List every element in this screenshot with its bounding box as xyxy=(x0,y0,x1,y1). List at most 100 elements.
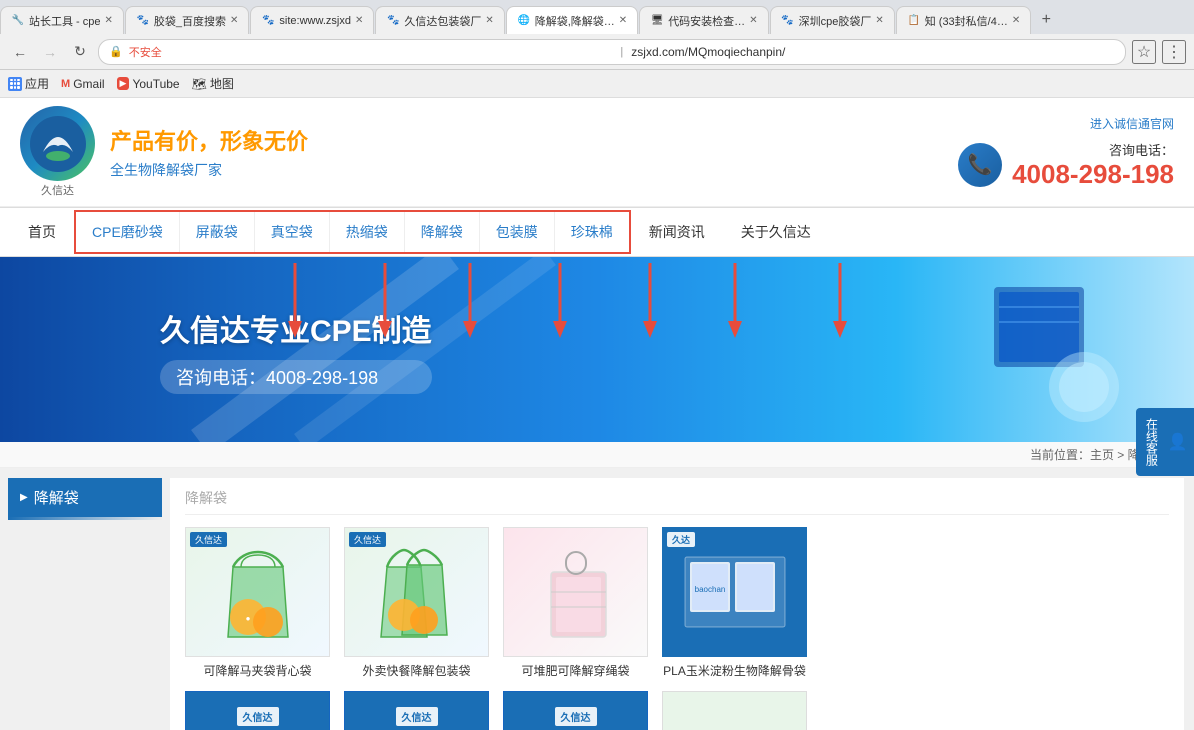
banner: 久信达专业CPE制造 咨询电话：4008-298-198 xyxy=(0,257,1194,442)
tab-close-5[interactable]: ✕ xyxy=(619,15,627,26)
tab-3[interactable]: 🐾 site:www.zsjxd ✕ xyxy=(250,6,374,34)
tab-close-1[interactable]: ✕ xyxy=(105,15,113,26)
float-customer-service[interactable]: 👤 在线客服 xyxy=(1136,408,1194,476)
tab-close-2[interactable]: ✕ xyxy=(230,15,238,26)
tab-favicon-1: 🔧 xyxy=(11,14,25,28)
bookmark-apps[interactable]: 应用 xyxy=(8,75,49,92)
sidebar: ▶ 降解袋 xyxy=(0,468,170,730)
tab-1[interactable]: 🔧 站长工具 - cpe ✕ xyxy=(0,6,124,34)
tab-7[interactable]: 🐾 深圳cpe胶袋厂 ✕ xyxy=(770,6,895,34)
slogan-main: 产品有价，形象无价 xyxy=(110,124,308,156)
nav-item-degrade[interactable]: 降解袋 xyxy=(404,212,479,252)
nav-item-news[interactable]: 新闻资讯 xyxy=(631,212,723,252)
nav-item-pearl[interactable]: 珍珠棉 xyxy=(554,212,629,252)
nav-item-home[interactable]: 首页 xyxy=(10,212,74,252)
tab-close-4[interactable]: ✕ xyxy=(485,15,493,26)
menu-button[interactable]: ⋮ xyxy=(1162,40,1186,64)
product-card-1[interactable]: 久信达 ● 可降解马夹袋背心袋 xyxy=(185,527,330,679)
bookmark-maps[interactable]: 🗺 地图 xyxy=(192,75,234,92)
tab-bar: 🔧 站长工具 - cpe ✕ 🐾 胶袋_百度搜索 ✕ 🐾 site:www.zs… xyxy=(0,0,1194,34)
product-card-3[interactable]: 可堆肥可降解穿绳袋 xyxy=(503,527,648,679)
banner-rays xyxy=(0,257,600,442)
tab-label-1: 站长工具 - cpe xyxy=(29,13,101,29)
bookmark-gmail-label: Gmail xyxy=(73,77,104,91)
bookmark-gmail[interactable]: M Gmail xyxy=(61,77,105,91)
bookmark-maps-label: 地图 xyxy=(210,75,234,92)
bag-svg-2 xyxy=(369,537,464,647)
product-label-1: 可降解马夹袋背心袋 xyxy=(185,662,330,679)
bookmark-youtube-label: YouTube xyxy=(132,77,179,91)
tab-label-2: 胶袋_百度搜索 xyxy=(154,13,226,29)
product-card-8[interactable] xyxy=(662,691,807,730)
tab-5[interactable]: 🌐 降解袋,降解袋… ✕ xyxy=(506,6,638,34)
product-card-7[interactable]: 久信达 xyxy=(503,691,648,730)
svg-text:baochan: baochan xyxy=(694,585,725,594)
phone-number: 4008-298-198 xyxy=(1012,159,1174,190)
nav-item-vacuum[interactable]: 真空袋 xyxy=(254,212,329,252)
address-box: 🔒 不安全 | zsjxd.com/MQmoqiechanpin/ xyxy=(98,39,1126,65)
address-protocol: 不安全 xyxy=(129,44,613,60)
tab-label-3: site:www.zsjxd xyxy=(279,15,351,27)
product-card-2[interactable]: 久信达 外卖快餐降解包装袋 xyxy=(344,527,489,679)
back-button[interactable]: ← xyxy=(8,40,32,64)
product-img-1: 久信达 ● xyxy=(185,527,330,657)
product-grid: 降解袋 久信达 ● xyxy=(170,478,1184,730)
logo-svg xyxy=(28,114,88,174)
product-badge-4: 久达 xyxy=(667,532,695,547)
header-left: 久信达 产品有价，形象无价 全生物降解袋厂家 xyxy=(20,106,308,198)
nav-item-screen[interactable]: 屏蔽袋 xyxy=(179,212,254,252)
product-badge-2: 久信达 xyxy=(349,532,386,547)
nav-item-cpe[interactable]: CPE磨砂袋 xyxy=(76,212,179,252)
tab-label-5: 降解袋,降解袋… xyxy=(535,13,615,29)
nav-item-shrink[interactable]: 热缩袋 xyxy=(329,212,404,252)
tab-favicon-3: 🐾 xyxy=(261,14,275,28)
nav-item-about[interactable]: 关于久信达 xyxy=(723,212,829,252)
official-site-link[interactable]: 进入诚信通官网 xyxy=(958,115,1174,132)
tab-label-8: 知 (33封私信/4… xyxy=(925,13,1008,29)
product-card-5[interactable]: 久信达 xyxy=(185,691,330,730)
logo-circle[interactable] xyxy=(20,106,95,181)
tab-label-4: 久信达包装袋厂 xyxy=(404,13,481,29)
product-label-2: 外卖快餐降解包装袋 xyxy=(344,662,489,679)
tab-2[interactable]: 🐾 胶袋_百度搜索 ✕ xyxy=(125,6,250,34)
tab-close-7[interactable]: ✕ xyxy=(875,15,883,26)
tab-label-6: 代码安装检查… xyxy=(668,13,745,29)
sidebar-title-bar[interactable]: ▶ 降解袋 xyxy=(8,478,162,517)
svg-text:●: ● xyxy=(245,614,250,623)
bag-svg-3 xyxy=(531,537,621,647)
nav-item-film[interactable]: 包装膜 xyxy=(479,212,554,252)
star-button[interactable]: ☆ xyxy=(1132,40,1156,64)
product-badge-5: 久信达 xyxy=(237,707,279,726)
product-card-4[interactable]: 久达 baochan PLA玉米淀粉生物降解骨袋 xyxy=(662,527,807,679)
tab-close-3[interactable]: ✕ xyxy=(355,15,363,26)
tab-favicon-4: 🐾 xyxy=(386,14,400,28)
tab-4[interactable]: 🐾 久信达包装袋厂 ✕ xyxy=(375,6,504,34)
product-row-2: 久信达 久信达 久信达 xyxy=(185,691,1169,730)
nav-highlighted-group: CPE磨砂袋 屏蔽袋 真空袋 热缩袋 降解袋 包装膜 珍珠棉 xyxy=(74,210,631,254)
product-card-6[interactable]: 久信达 xyxy=(344,691,489,730)
bookmark-youtube[interactable]: ▶ YouTube xyxy=(117,77,180,91)
product-label-4: PLA玉米淀粉生物降解骨袋 xyxy=(662,662,807,679)
tab-close-6[interactable]: ✕ xyxy=(749,15,757,26)
product-badge-6: 久信达 xyxy=(396,707,438,726)
product-img-2: 久信达 xyxy=(344,527,489,657)
product-badge-7: 久信达 xyxy=(555,707,597,726)
product-label-3: 可堆肥可降解穿绳袋 xyxy=(503,662,648,679)
tab-add-button[interactable]: + xyxy=(1032,6,1060,34)
address-url[interactable]: zsjxd.com/MQmoqiechanpin/ xyxy=(631,45,1115,59)
youtube-icon: ▶ xyxy=(117,77,130,90)
browser-chrome: 🔧 站长工具 - cpe ✕ 🐾 胶袋_百度搜索 ✕ 🐾 site:www.zs… xyxy=(0,0,1194,98)
tab-6[interactable]: 🖥 代码安装检查… ✕ xyxy=(639,6,768,34)
header-right: 进入诚信通官网 📞 咨询电话： 4008-298-198 xyxy=(958,115,1174,190)
phone-label: 咨询电话： xyxy=(1012,140,1174,159)
forward-button[interactable]: → xyxy=(38,40,62,64)
tab-8[interactable]: 📋 知 (33封私信/4… ✕ xyxy=(896,6,1032,34)
website: 久信达 产品有价，形象无价 全生物降解袋厂家 进入诚信通官网 📞 咨询电话： 4… xyxy=(0,98,1194,730)
banner-decoration xyxy=(934,267,1134,437)
phone-info: 咨询电话： 4008-298-198 xyxy=(1012,140,1174,190)
customer-icon: 👤 xyxy=(1163,432,1189,452)
address-bar-row: ← → ↻ 🔒 不安全 | zsjxd.com/MQmoqiechanpin/ … xyxy=(0,34,1194,70)
reload-button[interactable]: ↻ xyxy=(68,40,92,64)
tab-close-8[interactable]: ✕ xyxy=(1012,15,1020,26)
phone-area: 📞 咨询电话： 4008-298-198 xyxy=(958,140,1174,190)
